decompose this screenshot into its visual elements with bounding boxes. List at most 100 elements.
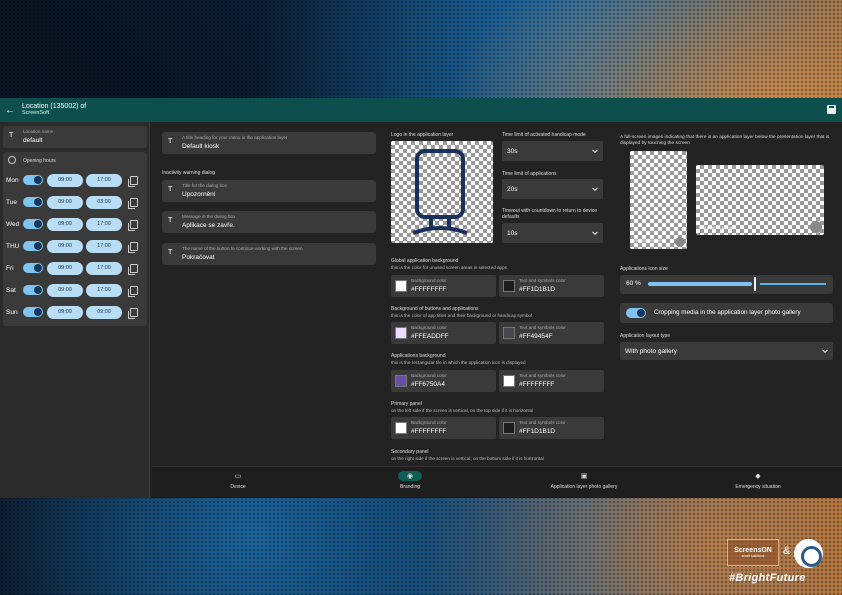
back-arrow-icon[interactable]: ←: [0, 105, 20, 116]
day-label: THU: [6, 242, 20, 250]
person-logo-icon: [412, 149, 468, 235]
ampersand: &: [783, 545, 791, 557]
time-to[interactable]: 09:00: [86, 305, 122, 319]
app-time-select[interactable]: 20s: [502, 179, 603, 199]
copy-icon[interactable]: [128, 197, 138, 209]
time-to[interactable]: 17:00: [86, 173, 122, 187]
location-name-field[interactable]: T Location name default: [3, 126, 147, 148]
app-bar: ← Location (135002) of ScreenSoft: [0, 98, 842, 122]
copy-icon[interactable]: [128, 285, 138, 297]
bottom-navigation: ▭ Device ◉ Branding ▣ Application layer …: [152, 466, 842, 498]
apps-text-color-field[interactable]: Text and symbols color #FFFFFFFF: [499, 370, 604, 392]
handicap-time-select[interactable]: 30s: [502, 141, 603, 161]
text-color-value: #FF1D1B1D: [519, 286, 556, 293]
brand-name: ScreensON: [734, 547, 772, 554]
day-toggle[interactable]: [23, 263, 43, 273]
nav-gallery-label: Application layer photo gallery: [550, 484, 618, 490]
copy-icon[interactable]: [128, 175, 138, 187]
app-window: ← Location (135002) of ScreenSoft T Loca…: [0, 98, 842, 498]
hashtag: #BrightFuture: [729, 572, 806, 584]
location-name-value: default: [23, 137, 43, 144]
cropping-toggle[interactable]: [626, 308, 646, 318]
dialog-message-field[interactable]: T Message in the dialog box Aplikace se …: [162, 211, 376, 233]
global-bg-color-field[interactable]: Background color #FFFFFFFF: [391, 275, 496, 297]
timeout-label: Timeout with countdown to return to devi…: [502, 208, 598, 221]
nav-emergency[interactable]: ◆ Emergency situation: [698, 471, 818, 490]
save-icon[interactable]: [827, 105, 836, 114]
copy-icon[interactable]: [128, 241, 138, 253]
time-from[interactable]: 09:00: [47, 305, 83, 319]
image-icon: ▣: [580, 473, 588, 480]
menu-heading-value: Default kiosk: [182, 143, 220, 150]
color-swatch: [395, 375, 407, 387]
continue-button-value: Pokračovat: [182, 254, 215, 261]
time-to[interactable]: 03:00: [86, 195, 122, 209]
day-label: Tue: [6, 198, 17, 206]
dialog-title-field[interactable]: T Title for the dialog box Upozornění: [162, 180, 376, 202]
logo-preview[interactable]: [391, 141, 493, 243]
palette-icon: ◉: [398, 471, 422, 481]
text-field-icon: T: [168, 217, 173, 224]
vertical-screen-image[interactable]: Vertical screen: [630, 151, 687, 249]
primary-bg-color-field[interactable]: Background color #FFFFFFFF: [391, 417, 496, 439]
time-from[interactable]: 09:00: [47, 261, 83, 275]
apps-bg-title: Applications background: [391, 353, 446, 359]
text-field-icon: T: [168, 138, 173, 145]
dialog-title-label: Title for the dialog box: [182, 183, 228, 188]
bg-color-value: #FFFFFFFF: [411, 428, 447, 435]
day-toggle[interactable]: [23, 241, 43, 251]
day-toggle[interactable]: [23, 219, 43, 229]
nav-branding[interactable]: ◉ Branding: [350, 471, 470, 490]
day-toggle[interactable]: [23, 175, 43, 185]
bg-color-value: #FFEADDFF: [411, 333, 449, 340]
nav-gallery[interactable]: ▣ Application layer photo gallery: [524, 471, 644, 490]
nav-device-label: Device: [230, 484, 246, 490]
time-to[interactable]: 17:00: [86, 261, 122, 275]
text-color-value: #FFFFFFFF: [519, 381, 555, 388]
apps-bg-desc: this is the rectangular tile in which th…: [391, 360, 526, 365]
menu-heading-field[interactable]: T A title heading for your menu in the a…: [162, 132, 376, 154]
page-subtitle: ScreenSoft: [22, 109, 50, 116]
time-from[interactable]: 09:00: [47, 239, 83, 253]
slider-remaining-track: [760, 283, 826, 285]
bg-color-label: Background color: [411, 373, 447, 378]
bg-color-label: Background color: [411, 420, 447, 425]
time-from[interactable]: 09:00: [47, 283, 83, 297]
app-time-value: 20s: [507, 185, 518, 193]
continue-button-field[interactable]: T The name of the button to continue wor…: [162, 243, 376, 265]
buttons-bg-color-field[interactable]: Background color #FFEADDFF: [391, 322, 496, 344]
global-text-color-field[interactable]: Text and symbols color #FF1D1B1D: [499, 275, 604, 297]
day-toggle[interactable]: [23, 307, 43, 317]
edit-image-icon[interactable]: [675, 237, 685, 247]
day-label: Fri: [6, 264, 14, 272]
color-swatch: [395, 280, 407, 292]
primary-text-color-field[interactable]: Text and symbols color #FF1D1B1D: [499, 417, 604, 439]
day-toggle[interactable]: [23, 285, 43, 295]
apps-bg-color-field[interactable]: Background color #FF6750A4: [391, 370, 496, 392]
vertical-screen-label: Vertical screen: [633, 239, 665, 244]
horizontal-screen-image[interactable]: Horizontal screen: [696, 165, 824, 235]
day-toggle[interactable]: [23, 197, 43, 207]
copy-icon[interactable]: [128, 219, 138, 231]
slider-filled-track: [648, 282, 752, 286]
global-bg-title: Global application background: [391, 258, 459, 264]
copy-icon[interactable]: [128, 307, 138, 319]
copy-icon[interactable]: [128, 263, 138, 275]
text-field-icon: T: [9, 132, 14, 139]
nav-branding-label: Branding: [399, 484, 420, 490]
nav-device[interactable]: ▭ Device: [178, 471, 298, 490]
layout-type-select[interactable]: With photo gallery: [620, 342, 833, 360]
time-from[interactable]: 09:00: [47, 195, 83, 209]
buttons-text-color-field[interactable]: Text and symbols color #FF49454F: [499, 322, 604, 344]
timeout-value: 10s: [507, 229, 518, 237]
time-to[interactable]: 17:00: [86, 283, 122, 297]
slider-thumb[interactable]: [754, 277, 756, 291]
time-from[interactable]: 09:00: [47, 217, 83, 231]
time-from[interactable]: 09:00: [47, 173, 83, 187]
timeout-select[interactable]: 10s: [502, 223, 603, 243]
handicap-time-label: Time limit of activated handicap mode: [502, 132, 586, 138]
time-to[interactable]: 17:00: [86, 239, 122, 253]
edit-image-icon[interactable]: [810, 221, 822, 233]
time-to[interactable]: 17:00: [86, 217, 122, 231]
day-label: Sat: [6, 286, 16, 294]
